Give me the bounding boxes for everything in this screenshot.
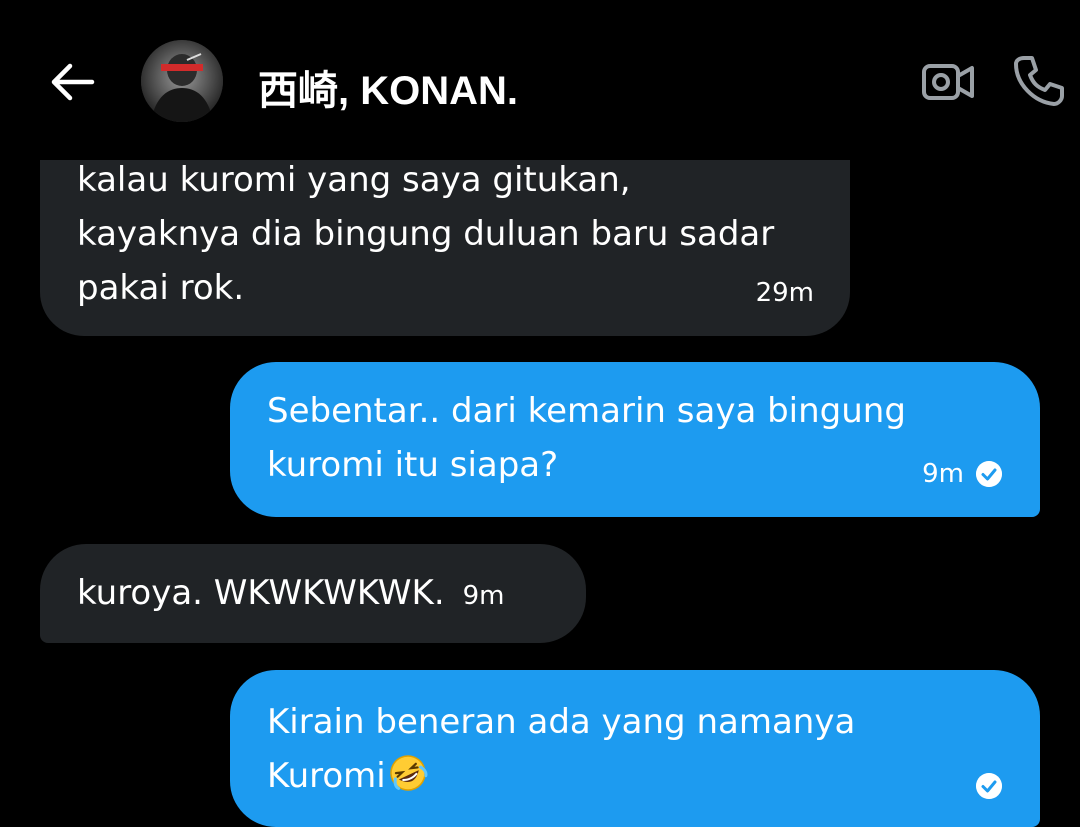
message-text-row: kuroya. WKWKWKWK. 9m — [77, 566, 550, 623]
rolling-on-floor-laughing-emoji — [390, 755, 428, 791]
voice-call-button[interactable] — [1010, 52, 1066, 108]
message-text-line: pakai rok. — [77, 268, 245, 308]
chat-header: 西崎, KONAN. — [0, 0, 1080, 160]
message-text-line: kalau kuromi yang saya gitukan, — [77, 160, 631, 200]
message-text-line: kuromi itu siapa? — [267, 445, 559, 485]
check-circle-icon — [976, 461, 1002, 487]
message-text-line: Kuromi — [267, 756, 386, 796]
message-timestamp: 9m — [922, 459, 964, 489]
outgoing-message[interactable]: Kirain beneran ada yang namanya Kuromi — [230, 670, 1040, 827]
avatar[interactable] — [141, 40, 223, 122]
outgoing-message[interactable]: Sebentar.. dari kemarin saya bingung kur… — [230, 362, 1040, 517]
avatar-image — [141, 40, 223, 122]
message-text-line: kuroya. WKWKWKWK. — [77, 573, 445, 613]
video-camera-icon — [922, 64, 974, 100]
back-button[interactable] — [46, 56, 98, 108]
message-text-line: Sebentar.. dari kemarin saya bingung — [267, 391, 906, 431]
arrow-left-icon — [51, 63, 95, 101]
message-timestamp: 29m — [755, 278, 814, 308]
message-timestamp: 9m — [462, 581, 505, 611]
message-text-row: Kuromi — [267, 749, 1000, 803]
video-call-button[interactable] — [920, 56, 976, 108]
page-title: 西崎, KONAN. — [258, 69, 518, 113]
phone-icon — [1014, 56, 1064, 106]
message-text-line: Kirain beneran ada yang namanya — [267, 702, 856, 742]
check-circle-icon — [976, 773, 1002, 799]
incoming-message[interactable]: kuroya. WKWKWKWK. 9m — [40, 544, 586, 643]
message-text-line: kayaknya dia bingung duluan baru sadar — [77, 214, 775, 254]
